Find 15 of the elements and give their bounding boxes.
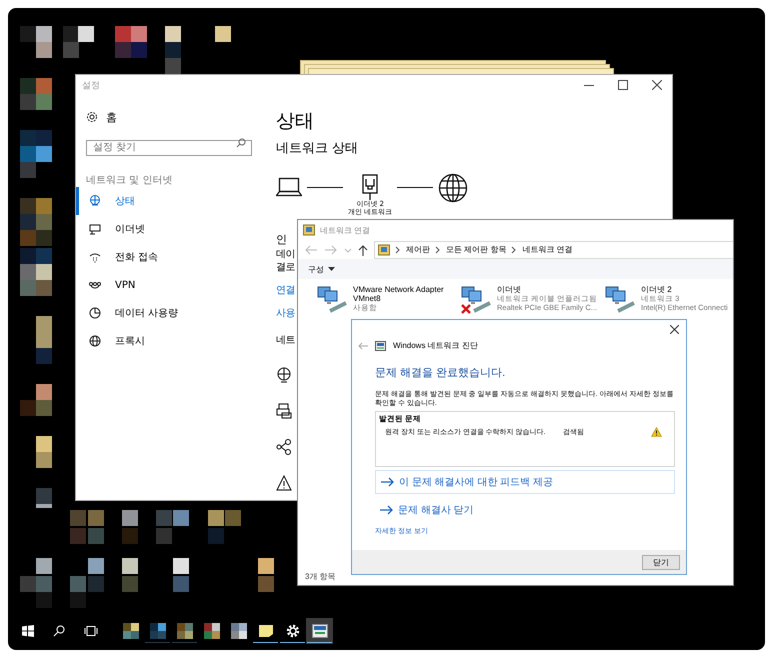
category-label: 네트워크 및 인터넷 xyxy=(85,174,174,187)
adapter-name: 이더넷 xyxy=(497,285,521,294)
adapter-name: 이더넷 2 xyxy=(641,285,672,294)
section-title: 네트워크 상태 xyxy=(276,140,360,157)
status-text: 데이 xyxy=(276,248,295,261)
window-title: 네트워크 연결 xyxy=(320,224,370,236)
status-bar-text: 3개 항목 xyxy=(304,571,337,583)
section-heading: 네트 xyxy=(276,334,295,347)
dialog-title: Windows 네트워크 진단 xyxy=(393,340,478,351)
status-text: 인 xyxy=(276,233,286,246)
dialog-heading: 문제 해결을 완료했습니다. xyxy=(375,366,506,380)
adapter-name: VMware Network Adapter VMnet8 xyxy=(353,285,445,303)
window-title: 설정 xyxy=(82,80,100,92)
status-text: 결로 xyxy=(276,261,295,274)
page-title: 상태 xyxy=(276,109,315,133)
